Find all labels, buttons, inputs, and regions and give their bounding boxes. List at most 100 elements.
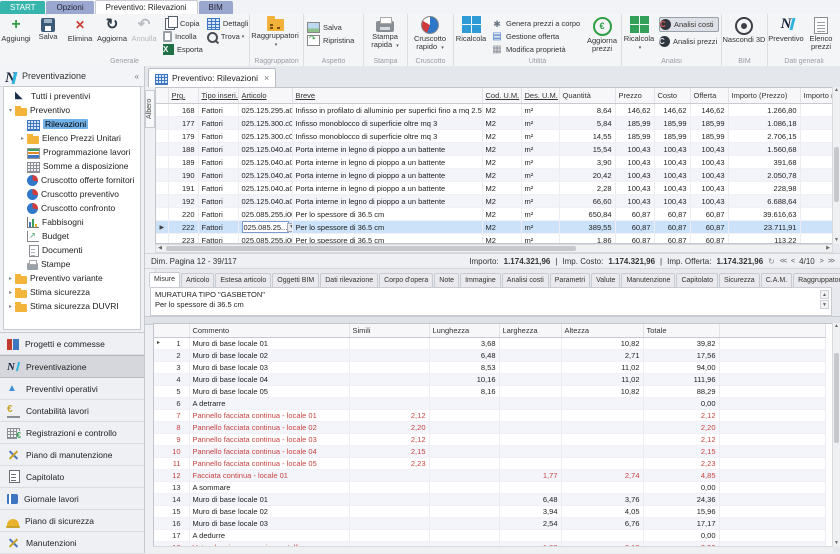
tree-item-somme-a-disposizione[interactable]: Somme a disposizione bbox=[4, 159, 140, 173]
dettagli-button[interactable]: Dettagli bbox=[206, 17, 248, 30]
detail-tab-immagine[interactable]: Immagine bbox=[460, 273, 501, 287]
measure-row[interactable]: 7 Pannello facciata continua - locale 01 2… bbox=[154, 409, 826, 422]
copia-button[interactable]: Copia bbox=[163, 15, 203, 30]
measure-row[interactable]: 5 Muro di base locale 05 8,16 10,82 88,29 bbox=[154, 385, 826, 398]
nascondi-3d-button[interactable]: Nascondi 3D bbox=[722, 15, 766, 44]
tree-expander-icon[interactable]: ▾ bbox=[6, 107, 15, 114]
scroll-right-icon[interactable]: ▶ bbox=[824, 245, 832, 252]
table-row[interactable]: 188Fattori025.125.040.a00Porta interne i… bbox=[156, 142, 832, 156]
sidebar-item-giornale-lavori[interactable]: Giornale lavori bbox=[0, 488, 144, 510]
sidebar-item-preventivazione[interactable]: Preventivazione bbox=[0, 355, 144, 378]
modifica-proprieta-button[interactable]: Modifica proprietà bbox=[491, 43, 582, 56]
tree-item-cruscotto-confronto[interactable]: Cruscotto confronto bbox=[4, 201, 140, 215]
table-row[interactable]: 192Fattori025.125.040.a00Porta interne i… bbox=[156, 194, 832, 208]
tree-item-preventivo-variante[interactable]: ▸ Preventivo variante bbox=[4, 271, 140, 285]
sidebar-item-progetti-e-commesse[interactable]: Progetti e commesse bbox=[0, 333, 144, 355]
measure-row[interactable]: 12 Facciata continua - locale 01 1,77 2,74 4… bbox=[154, 469, 826, 482]
column-header-articolo[interactable]: Articolo bbox=[238, 88, 293, 104]
measure-row[interactable]: 6A detrarre 0,00 bbox=[154, 397, 826, 410]
measure-row[interactable]: 3 Muro di base locale 03 8,53 11,02 94,00 bbox=[154, 361, 826, 374]
column-header-larghezza[interactable]: Larghezza bbox=[499, 324, 562, 338]
refresh-icon[interactable]: ↻ bbox=[768, 257, 775, 266]
sidebar-item-registrazioni-e-controllo[interactable]: Registrazioni e controllo bbox=[0, 422, 144, 444]
table-row[interactable]: ▶222Fattori025.085.25...▼Per lo spessore… bbox=[156, 220, 832, 234]
salva-button[interactable]: Salva bbox=[32, 15, 64, 41]
tree-expander-icon[interactable]: ▸ bbox=[6, 275, 15, 282]
collapse-sidebar-button[interactable]: « bbox=[135, 72, 139, 81]
measure-row[interactable]: 15 Muro di base locale 02 3,94 4,05 15,96 bbox=[154, 505, 826, 518]
measure-row[interactable]: 8 Pannello facciata continua - locale 02 2… bbox=[154, 421, 826, 434]
gestione-offerta-button[interactable]: Gestione offerta bbox=[491, 30, 582, 43]
sidebar-item-contabilit-lavori[interactable]: Contabilità lavori bbox=[0, 400, 144, 422]
tree-item-budget[interactable]: Budget bbox=[4, 229, 140, 243]
albero-side-tab[interactable]: Albero bbox=[145, 90, 155, 128]
dropdown-icon[interactable]: ▼ bbox=[287, 222, 291, 232]
column-header-simili[interactable]: Simili bbox=[349, 324, 430, 338]
tree-item-fabbisogni[interactable]: Fabbisogni bbox=[4, 215, 140, 229]
ricalcola-analisi-button[interactable]: Ricalcola ▾ bbox=[622, 15, 656, 52]
measure-row[interactable]: 11 Pannello facciata continua - locale 05… bbox=[154, 457, 826, 470]
detail-tab-articolo[interactable]: Articolo bbox=[181, 273, 215, 287]
spinner-up-icon[interactable]: ▲ bbox=[820, 290, 829, 299]
first-page-button[interactable]: << bbox=[780, 258, 787, 265]
vscroll-thumb[interactable] bbox=[834, 147, 839, 202]
column-header-costo[interactable]: Costo bbox=[654, 88, 691, 104]
aggiorna-prezzi-button[interactable]: Aggiorna prezzi bbox=[583, 15, 621, 53]
ribbon-tab-opzioni[interactable]: Opzioni bbox=[46, 1, 94, 14]
column-header-breve[interactable]: Breve bbox=[292, 88, 483, 104]
measures-vscrollbar[interactable]: ▲ ▼ bbox=[832, 323, 840, 547]
tree-item-cruscotto-offerte-fornitori[interactable]: Cruscotto offerte fornitori bbox=[4, 173, 140, 187]
sidebar-item-piano-di-sicurezza[interactable]: Piano di sicurezza bbox=[0, 510, 144, 532]
detail-tab-analisi-costi[interactable]: Analisi costi bbox=[501, 273, 549, 287]
tree-expander-icon[interactable]: ▸ bbox=[6, 303, 15, 310]
cruscotto-rapido-button[interactable]: Cruscotto rapido ▾ bbox=[408, 15, 452, 52]
scroll-up-icon[interactable]: ▲ bbox=[833, 323, 840, 330]
tree-item-stima-sicurezza-duvri[interactable]: ▸ Stima sicurezza DUVRI bbox=[4, 299, 140, 313]
tree-item-stampe[interactable]: Stampe bbox=[4, 257, 140, 271]
aggiorna-button[interactable]: Aggiorna bbox=[96, 15, 128, 43]
column-header-offerta[interactable]: Offerta bbox=[690, 88, 729, 104]
measure-row[interactable]: 4 Muro di base locale 04 10,16 11,02 111,96 bbox=[154, 373, 826, 386]
detail-tab-misure[interactable]: Misure bbox=[149, 272, 181, 287]
document-tab-rilevazioni[interactable]: Preventivo: Rilevazioni × bbox=[148, 68, 277, 87]
column-header-prezzo[interactable]: Prezzo bbox=[615, 88, 655, 104]
vscroll-thumb[interactable] bbox=[834, 353, 839, 443]
genera-prezzi-button[interactable]: Genera prezzi a corpo bbox=[491, 17, 582, 30]
tree-item-documenti[interactable]: Documenti bbox=[4, 243, 140, 257]
tree-expander-icon[interactable]: ▸ bbox=[18, 135, 27, 142]
column-header-tipo-inseri[interactable]: Tipo inseri... bbox=[198, 88, 239, 104]
table-row[interactable]: 190Fattori025.125.040.a00Porta interne i… bbox=[156, 168, 832, 182]
prev-page-button[interactable]: < bbox=[791, 258, 795, 265]
tree-item-cruscotto-preventivo[interactable]: Cruscotto preventivo bbox=[4, 187, 140, 201]
hscroll-thumb[interactable] bbox=[166, 246, 576, 251]
detail-tab-oggetti-bim[interactable]: Oggetti BIM bbox=[272, 273, 320, 287]
table-row[interactable]: 168Fattori025.125.295.a00Infisso in prof… bbox=[156, 103, 832, 117]
table-row[interactable]: 177 Fattori 025.125.300.c00 Infisso monoblo… bbox=[156, 116, 832, 130]
column-header-commento[interactable]: Commento bbox=[189, 324, 350, 338]
tree-item-programmazione-lavori[interactable]: Programmazione lavori bbox=[4, 145, 140, 159]
column-header-lunghezza[interactable]: Lunghezza bbox=[429, 324, 500, 338]
articolo-editor[interactable]: 025.085.25...▼ bbox=[241, 221, 291, 233]
column-header-prg[interactable]: Prg. bbox=[168, 88, 199, 104]
sidebar-item-manutenzioni[interactable]: Manutenzioni bbox=[0, 532, 144, 554]
table-row[interactable]: 220 Fattori 025.085.255.i00 Per lo spessore… bbox=[156, 207, 832, 221]
ribbon-tab-start[interactable]: START bbox=[0, 1, 46, 14]
preventivo-button[interactable]: Preventivo bbox=[768, 15, 804, 43]
analisi-costi-button[interactable]: Analisi costi bbox=[659, 17, 719, 32]
column-header-totale[interactable]: Totale bbox=[643, 324, 720, 338]
main-grid-hscrollbar[interactable]: ◀ ▶ bbox=[155, 244, 833, 253]
column-header-importo-prezzo[interactable]: Importo (Prezzo) bbox=[728, 88, 801, 104]
measure-row[interactable]: 14 Muro di base locale 01 6,48 3,76 24,36 bbox=[154, 493, 826, 506]
sidebar-item-capitolato[interactable]: Capitolato bbox=[0, 466, 144, 488]
detail-tab-sicurezza[interactable]: Sicurezza bbox=[718, 273, 760, 287]
detail-tab-raggruppatori-liberi[interactable]: Raggruppatori liberi bbox=[793, 273, 840, 287]
column-header-importo-costo[interactable]: Importo (Costo) bbox=[800, 88, 832, 104]
tree-item-rilevazioni[interactable]: Rilevazioni bbox=[4, 117, 140, 131]
next-page-button[interactable]: > bbox=[820, 258, 824, 265]
detail-tab-estesa-articolo[interactable]: Estesa articolo bbox=[215, 273, 272, 287]
last-page-button[interactable]: >> bbox=[828, 258, 835, 265]
close-icon[interactable]: × bbox=[264, 73, 269, 83]
ripristina-button[interactable]: Ripristina bbox=[307, 34, 354, 47]
tree-item-preventivo[interactable]: ▾ Preventivo bbox=[4, 103, 140, 117]
table-row[interactable]: 223 Fattori 025.085.255.i00 Per lo spessore… bbox=[156, 233, 832, 243]
